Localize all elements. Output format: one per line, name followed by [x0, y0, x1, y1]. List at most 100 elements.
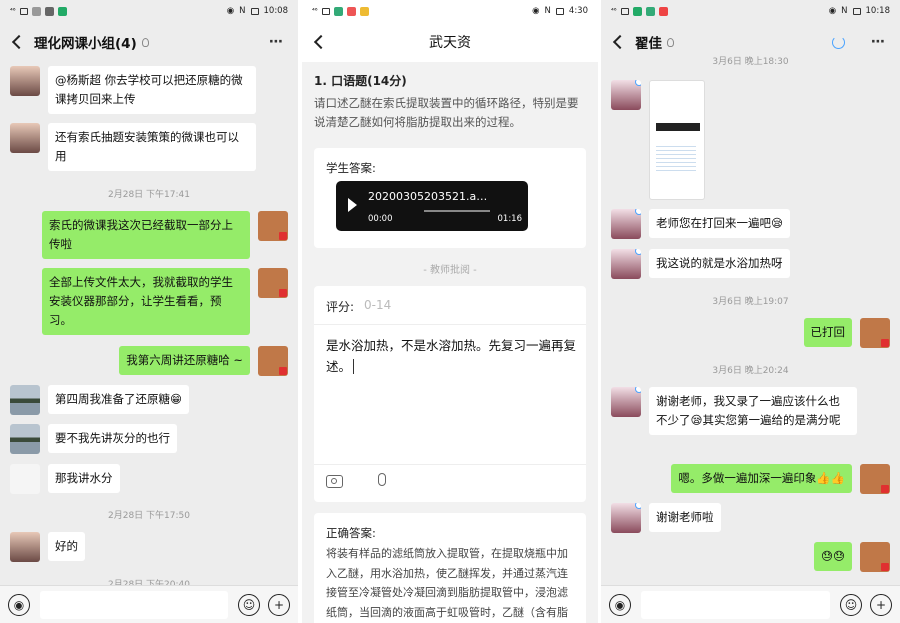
message-bubble[interactable]: 那我讲水分	[48, 464, 120, 493]
avatar[interactable]	[611, 209, 641, 239]
avatar[interactable]	[10, 464, 40, 494]
image-thumbnail[interactable]	[649, 80, 705, 200]
message-input[interactable]	[641, 590, 830, 619]
message-left	[611, 80, 705, 200]
question-text: 请口述乙醚在索氏提取装置中的循环路径，特别是要说清楚乙醚如何将脂肪提取出来的过程…	[314, 96, 579, 129]
message-bubble[interactable]: 还有索氏抽题安装策策的微课也可以用	[48, 123, 256, 171]
message-bubble[interactable]: 我第六周讲还原糖哈 ~	[119, 346, 250, 375]
score-label: 评分:	[326, 300, 355, 314]
message-left: 还有索氏抽题安装策策的微课也可以用	[10, 123, 256, 171]
message-bubble[interactable]: 已打回	[803, 318, 852, 347]
avatar[interactable]	[611, 249, 641, 279]
message-left: 谢谢老师啦	[611, 503, 721, 533]
avatar[interactable]	[10, 532, 40, 562]
app-icon	[645, 6, 655, 16]
chat-title: 理化网课小组(4)	[34, 36, 137, 52]
message-left: 要不我先讲灰分的也行	[10, 424, 177, 454]
emoji-icon[interactable]: ☺	[238, 593, 260, 616]
avatar[interactable]	[258, 268, 288, 298]
message-left: 第四周我准备了还原糖😁	[10, 385, 189, 415]
correct-answer-card: 正确答案: 将装有样品的滤纸筒放入提取管，在提取烧瓶中加入乙醚，用水浴加热，使乙…	[314, 513, 586, 623]
message-bubble[interactable]: 😓😓	[814, 542, 852, 571]
app-icon	[658, 6, 668, 16]
message-bubble[interactable]: 谢谢老师，我又录了一遍应该什么也不少了😪其实您第一遍给的是满分呢	[649, 387, 857, 435]
message-bubble[interactable]: 谢谢老师啦	[649, 503, 721, 532]
avatar[interactable]	[611, 387, 641, 417]
timestamp: 3月6日 晚上19:07	[712, 297, 789, 307]
battery-icon	[250, 7, 259, 15]
message-left: 老师您在打回来一遍吧😪	[611, 209, 790, 239]
message-bubble[interactable]: 第四周我准备了还原糖😁	[48, 385, 189, 414]
page-header: 武天资	[302, 22, 598, 62]
message-bubble[interactable]: 老师您在打回来一遍吧😪	[649, 209, 790, 238]
divider	[314, 464, 586, 465]
message-right: 嗯。多做一遍加深一遍印象👍👍	[671, 464, 890, 494]
flag-icon	[279, 289, 287, 297]
avatar[interactable]	[860, 318, 890, 348]
avatar[interactable]	[258, 211, 288, 241]
back-icon[interactable]	[11, 34, 27, 50]
play-icon[interactable]	[348, 198, 357, 212]
avatar[interactable]	[10, 66, 40, 96]
status-bar: ⁴⁶ ◉ N 10:08	[10, 6, 288, 16]
score-input[interactable]: 0-14	[364, 298, 391, 312]
avatar[interactable]	[10, 385, 40, 415]
back-icon[interactable]	[313, 34, 329, 50]
avatar[interactable]	[258, 346, 288, 376]
eye-icon: ◉	[226, 6, 235, 16]
avatar[interactable]	[10, 123, 40, 153]
voice-icon[interactable]: ◉	[609, 593, 631, 616]
message-input[interactable]	[40, 590, 228, 619]
message-bubble[interactable]: 嗯。多做一遍加深一遍印象👍👍	[671, 464, 852, 493]
eye-icon: ◉	[532, 6, 540, 16]
message-bubble[interactable]: 索氏的微课我这次已经截取一部分上传啦	[42, 211, 250, 259]
status-dot-icon	[635, 387, 641, 393]
message-left: @杨斯超 你去学校可以把还原糖的微课拷贝回来上传	[10, 66, 256, 114]
more-icon[interactable]: ⋯	[269, 34, 284, 50]
plus-icon[interactable]: +	[870, 593, 892, 616]
audio-end-time: 01:16	[497, 214, 523, 224]
chat-header: 理化网课小组(4) ⋯	[0, 22, 298, 62]
microphone-icon[interactable]	[378, 473, 386, 486]
message-left: 谢谢老师，我又录了一遍应该什么也不少了😪其实您第一遍给的是满分呢	[611, 387, 857, 435]
more-icon[interactable]: ⋯	[871, 34, 886, 50]
correct-answer-text: 将装有样品的滤纸筒放入提取管，在提取烧瓶中加入乙醚，用水浴加热，使乙醚挥发，并通…	[326, 547, 568, 619]
message-left: 那我讲水分	[10, 464, 120, 494]
back-icon[interactable]	[612, 34, 628, 50]
avatar[interactable]	[860, 542, 890, 572]
avatar[interactable]	[611, 80, 641, 110]
correct-answer-label: 正确答案:	[326, 526, 376, 540]
flag-icon	[279, 232, 287, 240]
plus-icon[interactable]: +	[268, 593, 290, 616]
message-right: 已打回	[803, 318, 890, 348]
message-bubble[interactable]: @杨斯超 你去学校可以把还原糖的微课拷贝回来上传	[48, 66, 256, 114]
status-dot-icon	[635, 80, 641, 86]
ear-icon	[141, 37, 149, 47]
input-bar: ◉ ☺ +	[0, 585, 298, 623]
message-right: 全部上传文件太大，我就截取的学生安装仪器那部分，让学生看看，预习。	[42, 268, 288, 335]
app-icon	[31, 6, 41, 16]
emoji-icon[interactable]: ☺	[840, 593, 862, 616]
voice-icon[interactable]: ◉	[8, 593, 30, 616]
timestamp: 2月28日 下午17:50	[108, 511, 190, 521]
avatar[interactable]	[611, 503, 641, 533]
audio-start-time: 00:00	[368, 214, 393, 224]
review-card: 评分: 0-14 是水浴加热，不是水溶加热。先复习一遍再复述。	[314, 286, 586, 502]
page-title: 武天资	[429, 35, 471, 51]
message-bubble[interactable]: 我这说的就是水浴加热呀	[649, 249, 790, 278]
app-icon	[44, 6, 54, 16]
message-bubble[interactable]: 全部上传文件太大，我就截取的学生安装仪器那部分，让学生看看，预习。	[42, 268, 250, 335]
message-bubble[interactable]: 要不我先讲灰分的也行	[48, 424, 177, 453]
audio-filename: 20200305203521.a…	[368, 190, 488, 203]
avatar[interactable]	[10, 424, 40, 454]
camera-icon[interactable]	[326, 475, 343, 488]
battery-icon	[852, 7, 861, 15]
message-bubble[interactable]: 好的	[48, 532, 85, 561]
signal-icon	[620, 7, 629, 15]
chat-panel-group: ⁴⁶ ◉ N 10:08 理化网课小组(4) ⋯ @杨斯超 你去学校可以把还原糖的微…	[0, 0, 298, 623]
battery-icon	[555, 7, 564, 15]
avatar[interactable]	[860, 464, 890, 494]
audio-progress[interactable]	[424, 210, 490, 212]
audio-player[interactable]: 20200305203521.a… 00:00 01:16	[336, 181, 528, 231]
comment-textarea[interactable]: 是水浴加热，不是水溶加热。先复习一遍再复述。	[326, 335, 576, 377]
